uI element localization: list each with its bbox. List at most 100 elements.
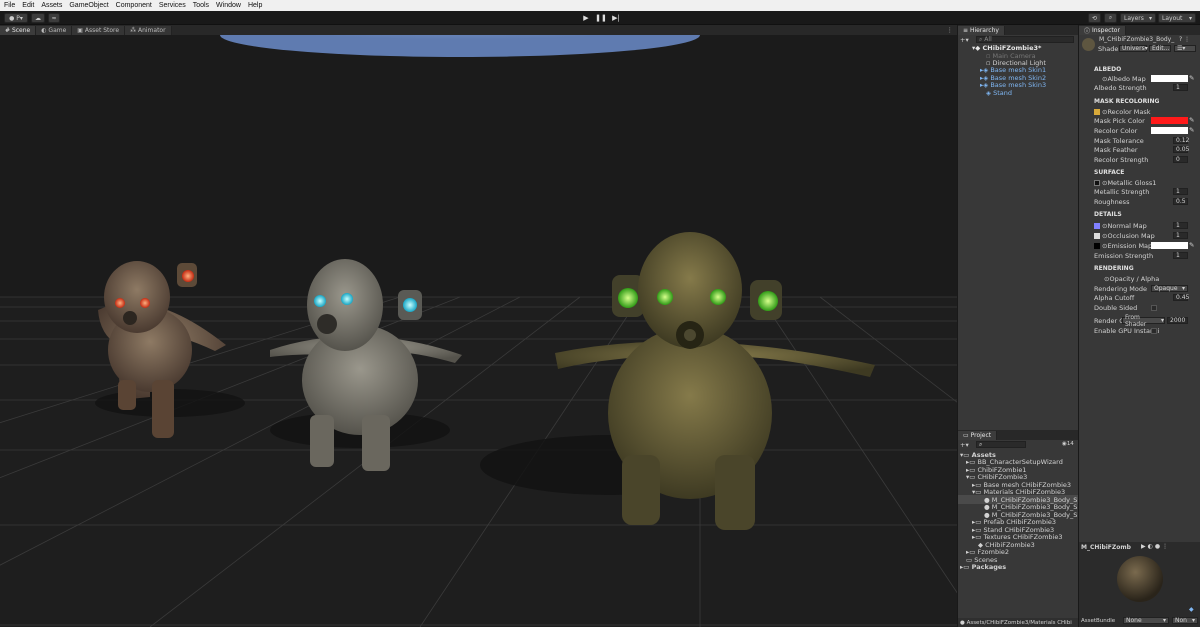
pause-icon: ❚❚ bbox=[595, 14, 607, 22]
menu-services[interactable]: Services bbox=[159, 2, 186, 9]
tab-hierarchy[interactable]: ≡ Hierarchy bbox=[958, 26, 1005, 35]
hierarchy-panel: +▾ ⌕ All ▾◆ CHibiFZombie3* ▫ Main Camera… bbox=[958, 35, 1078, 430]
main-toolbar: ● P ▾ ☁ ≈ ▶ ❚❚ ▶| ⟲ ⌕ Layers ▾ Layout ▾ bbox=[0, 11, 1200, 25]
scene-tabbar: # Scene ◐ Game ▣ Asset Store ⁂ Animator … bbox=[0, 25, 957, 35]
material-preview-sphere[interactable] bbox=[1117, 556, 1163, 602]
tab-game[interactable]: ◐ Game bbox=[36, 26, 73, 35]
emission-color-swatch[interactable] bbox=[1151, 242, 1188, 249]
pause-button[interactable]: ❚❚ bbox=[594, 13, 608, 23]
prefab-icon: ◈ bbox=[986, 88, 994, 97]
eyedropper-icon[interactable]: ✎ bbox=[1189, 116, 1194, 124]
alpha-cutoff-field[interactable]: 0.45 bbox=[1173, 294, 1189, 301]
scene-render bbox=[0, 35, 957, 627]
unity-scene-icon: ▾◆ bbox=[972, 43, 983, 52]
mask-feather-label: Mask Feather bbox=[1094, 145, 1138, 154]
layout-dropdown[interactable]: Layout ▾ bbox=[1158, 13, 1196, 23]
texture-slot-icon bbox=[1094, 242, 1100, 249]
preview-controls[interactable]: ▶◐●⋮ bbox=[1141, 543, 1170, 550]
step-button[interactable]: ▶| bbox=[609, 13, 623, 23]
render-queue-dropdown[interactable]: From Shader ▾ bbox=[1122, 314, 1165, 328]
account-button[interactable]: ● P ▾ bbox=[4, 13, 28, 23]
recolor-color-swatch[interactable] bbox=[1151, 127, 1188, 134]
albedo-strength-field[interactable]: 1 bbox=[1173, 84, 1188, 91]
tab-asset-store[interactable]: ▣ Asset Store bbox=[72, 26, 126, 35]
rendering-mode-dropdown[interactable]: Opaque ▾ bbox=[1151, 285, 1188, 292]
albedo-map-row[interactable]: ⊙ Albedo Map bbox=[1094, 74, 1146, 83]
emission-strength-field[interactable]: 1 bbox=[1173, 252, 1188, 259]
render-queue-field[interactable]: 2000 bbox=[1167, 317, 1188, 324]
section-mask-recoloring: MASK RECOLORING bbox=[1094, 98, 1160, 105]
eyedropper-icon[interactable]: ✎ bbox=[1189, 241, 1194, 249]
menu-help[interactable]: Help bbox=[248, 2, 262, 9]
occlusion-map-row[interactable]: ⊙ Occlusion Map bbox=[1094, 231, 1155, 240]
tab-animator[interactable]: ⁂ Animator bbox=[125, 26, 172, 35]
recolor-strength-field[interactable]: 0 bbox=[1173, 156, 1188, 163]
tab-project[interactable]: ▭ Project bbox=[958, 431, 998, 440]
normal-map-row[interactable]: ⊙ Normal Map bbox=[1094, 221, 1147, 230]
project-search[interactable]: ⌕ bbox=[976, 441, 1026, 448]
chevron-down-icon: ▾ bbox=[1181, 285, 1185, 292]
mask-feather-field[interactable]: 0.05 bbox=[1173, 146, 1189, 153]
gpu-instancing-checkbox[interactable] bbox=[1151, 328, 1157, 334]
material-header-icons[interactable]: ? ⋮ bbox=[1179, 36, 1190, 43]
material-name: M_CHibiFZombie3_Body_ bbox=[1099, 36, 1175, 43]
store-icon: ▣ bbox=[77, 27, 83, 34]
hierarchy-tabbar: ≡ Hierarchy bbox=[958, 25, 1078, 35]
search-icon: ⌕ bbox=[979, 440, 983, 448]
assetbundle-dropdown[interactable]: None ▾ bbox=[1123, 617, 1169, 624]
asset-count: ◉14 bbox=[1062, 441, 1074, 447]
scene-icon: # bbox=[5, 27, 11, 34]
scene-viewport[interactable] bbox=[0, 35, 957, 627]
tab-scene[interactable]: # Scene bbox=[0, 26, 37, 35]
add-button[interactable]: +▾ bbox=[960, 36, 972, 44]
render-queue-label: Render Q bbox=[1094, 316, 1125, 325]
mask-pick-color-swatch[interactable] bbox=[1151, 117, 1188, 124]
shader-options-button[interactable]: ☰▾ bbox=[1174, 45, 1196, 52]
hierarchy-item[interactable]: ◈ Stand bbox=[986, 88, 1012, 97]
occlusion-strength-field[interactable]: 1 bbox=[1173, 232, 1188, 239]
more-options-icon[interactable]: ⋮ bbox=[947, 26, 954, 34]
project-folder[interactable]: ▸▭ Packages bbox=[960, 562, 1006, 571]
menu-file[interactable]: File bbox=[4, 2, 15, 9]
emission-strength-label: Emission Strength bbox=[1094, 251, 1154, 260]
normal-strength-field[interactable]: 1 bbox=[1173, 222, 1188, 229]
roughness-field[interactable]: 0.5 bbox=[1173, 198, 1188, 205]
menu-gameobject[interactable]: GameObject bbox=[69, 2, 108, 9]
albedo-color-swatch[interactable] bbox=[1151, 75, 1188, 82]
create-button[interactable]: +▾ bbox=[960, 441, 969, 449]
collab-button[interactable]: ≈ bbox=[48, 13, 60, 23]
shader-dropdown[interactable]: Univers ▾ bbox=[1119, 45, 1148, 52]
hierarchy-search[interactable]: ⌕ All bbox=[976, 36, 1074, 43]
recolor-mask-row[interactable]: ⊙ Recolor Mask bbox=[1094, 107, 1151, 116]
cloud-button[interactable]: ☁ bbox=[31, 13, 45, 23]
menu-edit[interactable]: Edit bbox=[22, 2, 34, 9]
metallic-strength-field[interactable]: 1 bbox=[1173, 188, 1188, 195]
search-icon: ⌕ bbox=[1108, 14, 1113, 21]
opacity-row[interactable]: ⊙ Opacity / Alpha bbox=[1104, 274, 1159, 283]
menu-assets[interactable]: Assets bbox=[41, 2, 62, 9]
menu-component[interactable]: Component bbox=[116, 2, 152, 9]
search-button[interactable]: ⌕ bbox=[1104, 13, 1117, 23]
eyedropper-icon[interactable]: ✎ bbox=[1189, 74, 1194, 82]
menu-tools[interactable]: Tools bbox=[193, 2, 209, 9]
mask-pick-label: Mask Pick Color bbox=[1094, 116, 1145, 125]
play-button[interactable]: ▶ bbox=[579, 13, 593, 23]
eyedropper-icon[interactable]: ✎ bbox=[1189, 126, 1194, 134]
history-button[interactable]: ⟲ bbox=[1088, 13, 1101, 23]
roughness-label: Roughness bbox=[1094, 197, 1130, 206]
rendering-mode-label: Rendering Mode bbox=[1094, 284, 1147, 293]
tag-icon[interactable]: ◆ bbox=[1189, 606, 1194, 613]
menu-window[interactable]: Window bbox=[216, 2, 241, 9]
tab-inspector[interactable]: ⓘ Inspector bbox=[1079, 26, 1126, 35]
settings-icon: ⋮ bbox=[1162, 543, 1171, 550]
double-sided-checkbox[interactable] bbox=[1151, 305, 1157, 311]
section-albedo: ALBEDO bbox=[1094, 66, 1122, 73]
alpha-cutoff-label: Alpha Cutoff bbox=[1094, 293, 1135, 302]
shader-edit-button[interactable]: Edit... bbox=[1149, 45, 1171, 52]
emission-map-row[interactable]: ⊙ Emission Map bbox=[1094, 241, 1152, 250]
layers-dropdown[interactable]: Layers ▾ bbox=[1120, 13, 1156, 23]
cloud-icon: ☁ bbox=[35, 14, 41, 22]
assetbundle-variant-dropdown[interactable]: Non ▾ bbox=[1172, 617, 1198, 624]
metallic-gloss-row[interactable]: ⊙ Metallic Gloss1 bbox=[1094, 178, 1156, 187]
mask-tolerance-field[interactable]: 0.12 bbox=[1173, 137, 1189, 144]
